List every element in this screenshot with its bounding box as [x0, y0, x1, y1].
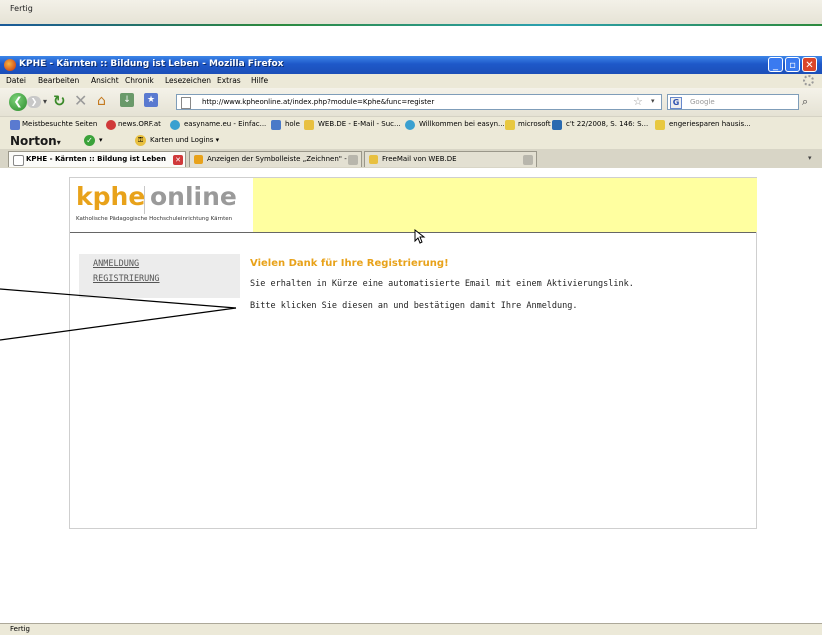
tab-kphe[interactable]: KPHE - Kärnten :: Bildung ist Leben ✕ [8, 151, 186, 167]
tab-label: KPHE - Kärnten :: Bildung ist Leben [26, 155, 166, 163]
bookmark-icon[interactable]: ★ [144, 93, 158, 107]
navigation-toolbar: ❮ ❯ ▾ ↻ ✕ ⌂ ↓ ★ http://www.kpheonline.at… [0, 88, 822, 116]
bookmark-item[interactable]: WEB.DE - E-Mail - Suc... [318, 120, 401, 128]
ie-icon [170, 120, 180, 130]
menu-bearbeiten[interactable]: Bearbeiten [38, 76, 79, 85]
tab-webde[interactable]: FreeMail von WEB.DE [364, 151, 537, 167]
top-status-text: Fertig [10, 4, 33, 13]
forward-arrow-icon[interactable]: ❯ [27, 96, 41, 108]
logo-separator [144, 186, 145, 214]
ct-icon [552, 120, 562, 130]
home-icon[interactable]: ⌂ [97, 93, 106, 109]
page-icon [13, 155, 24, 166]
maximize-button[interactable]: ▫ [785, 57, 800, 72]
search-icon[interactable]: ⌕ [802, 95, 808, 109]
bookmark-item[interactable]: easyname.eu - Einfac... [184, 120, 266, 128]
back-arrow-icon[interactable]: ❮ [9, 93, 27, 111]
bookmark-item[interactable]: Willkommen bei easyn... [419, 120, 505, 128]
folder-icon [655, 120, 665, 130]
menu-hilfe[interactable]: Hilfe [251, 76, 268, 85]
bookmark-item[interactable]: c't 22/2008, S. 146: S... [566, 120, 648, 128]
bookmark-item[interactable]: microsoft [518, 120, 551, 128]
status-text: Fertig [10, 625, 30, 633]
norton-toolbar: Norton▾ ✓ ▾ ⚿ Karten und Logins ▾ [0, 133, 822, 149]
folder-icon [505, 120, 515, 130]
download-icon[interactable]: ↓ [120, 93, 134, 107]
menu-ansicht[interactable]: Ansicht [91, 76, 119, 85]
list-tabs-icon[interactable]: ▾ [808, 154, 812, 162]
bookmark-item[interactable]: engeriesparen hausis... [669, 120, 751, 128]
ie-icon [405, 120, 415, 130]
bookmark-item[interactable]: news.ORF.at [118, 120, 161, 128]
window-title: KPHE - Kärnten :: Bildung ist Leben - Mo… [19, 59, 284, 69]
search-placeholder: Google [690, 98, 715, 106]
sidebar-nav: ANMELDUNG REGISTRIERUNG [79, 254, 240, 298]
close-window-button[interactable]: ✕ [802, 57, 817, 72]
stop-icon[interactable]: ✕ [74, 91, 87, 110]
url-dropdown-icon[interactable]: ▾ [651, 97, 655, 105]
check-icon[interactable]: ✓ [84, 135, 95, 146]
firefox-icon [4, 59, 16, 71]
bookmarks-toolbar: Meistbesuchte Seiten news.ORF.at easynam… [0, 116, 822, 134]
logo-online: online [150, 182, 237, 211]
page-card: kphe online Katholische Pädagogische Hoc… [69, 177, 757, 529]
menu-lesezeichen[interactable]: Lesezeichen [165, 76, 211, 85]
tab-symbolleiste[interactable]: Anzeigen der Symbolleiste „Zeichnen" - .… [189, 151, 362, 167]
norton-dropdown[interactable]: ▾ [57, 138, 61, 147]
page-title: Vielen Dank für Ihre Registrierung! [250, 258, 449, 269]
check-dropdown[interactable]: ▾ [99, 136, 103, 144]
norton-logo[interactable]: Norton▾ [10, 134, 61, 148]
logo-subtitle: Katholische Pädagogische Hochschuleinric… [76, 216, 233, 222]
header-divider [70, 232, 756, 233]
close-tab-icon[interactable]: ✕ [173, 155, 183, 165]
close-tab-icon[interactable] [348, 155, 358, 165]
orf-icon [106, 120, 116, 130]
tab-label: Anzeigen der Symbolleiste „Zeichnen" - .… [207, 155, 356, 163]
most-visited-icon [10, 120, 20, 130]
tab-bar: KPHE - Kärnten :: Bildung ist Leben ✕ An… [0, 149, 822, 169]
message-line-1: Sie erhalten in Kürze eine automatisiert… [250, 279, 634, 289]
bookmark-item[interactable]: hole [285, 120, 300, 128]
webde-icon [369, 155, 378, 164]
cards-logins-menu[interactable]: Karten und Logins ▾ [150, 136, 219, 144]
google-icon[interactable]: G [670, 97, 682, 109]
history-dropdown-icon[interactable]: ▾ [43, 97, 47, 106]
mouse-cursor-icon [414, 229, 426, 244]
status-bar: Fertig [0, 623, 822, 635]
bookmark-item[interactable]: Meistbesuchte Seiten [22, 120, 97, 128]
message-line-2: Bitte klicken Sie diesen an und bestätig… [250, 301, 578, 311]
taskbar-accent-strip [0, 24, 822, 26]
top-status-bar: Fertig [0, 0, 822, 25]
menu-chronik[interactable]: Chronik [125, 76, 154, 85]
search-input[interactable]: G Google [667, 94, 799, 110]
close-tab-icon[interactable] [523, 155, 533, 165]
throbber-icon [803, 75, 814, 86]
url-bar[interactable]: http://www.kpheonline.at/index.php?modul… [176, 94, 662, 110]
key-icon[interactable]: ⚿ [135, 135, 146, 146]
tab-label: FreeMail von WEB.DE [382, 155, 457, 163]
star-icon[interactable]: ☆ [633, 95, 643, 108]
menu-extras[interactable]: Extras [217, 76, 241, 85]
header-banner [253, 178, 757, 232]
menu-datei[interactable]: Datei [6, 76, 26, 85]
reload-icon[interactable]: ↻ [53, 92, 66, 110]
page-content: kphe online Katholische Pädagogische Hoc… [0, 168, 822, 623]
office-icon [194, 155, 203, 164]
hole-icon [271, 120, 281, 130]
window-titlebar[interactable]: KPHE - Kärnten :: Bildung ist Leben - Mo… [0, 56, 822, 74]
page-icon [181, 97, 191, 109]
menu-bar: Datei Bearbeiten Ansicht Chronik Lesezei… [0, 74, 822, 88]
sidebar-item-anmeldung[interactable]: ANMELDUNG [93, 259, 139, 269]
url-text[interactable]: http://www.kpheonline.at/index.php?modul… [202, 98, 434, 106]
sidebar-item-registrierung[interactable]: REGISTRIERUNG [93, 274, 160, 284]
minimize-button[interactable]: _ [768, 57, 783, 72]
logo-kphe: kphe [76, 182, 146, 211]
webde-icon [304, 120, 314, 130]
